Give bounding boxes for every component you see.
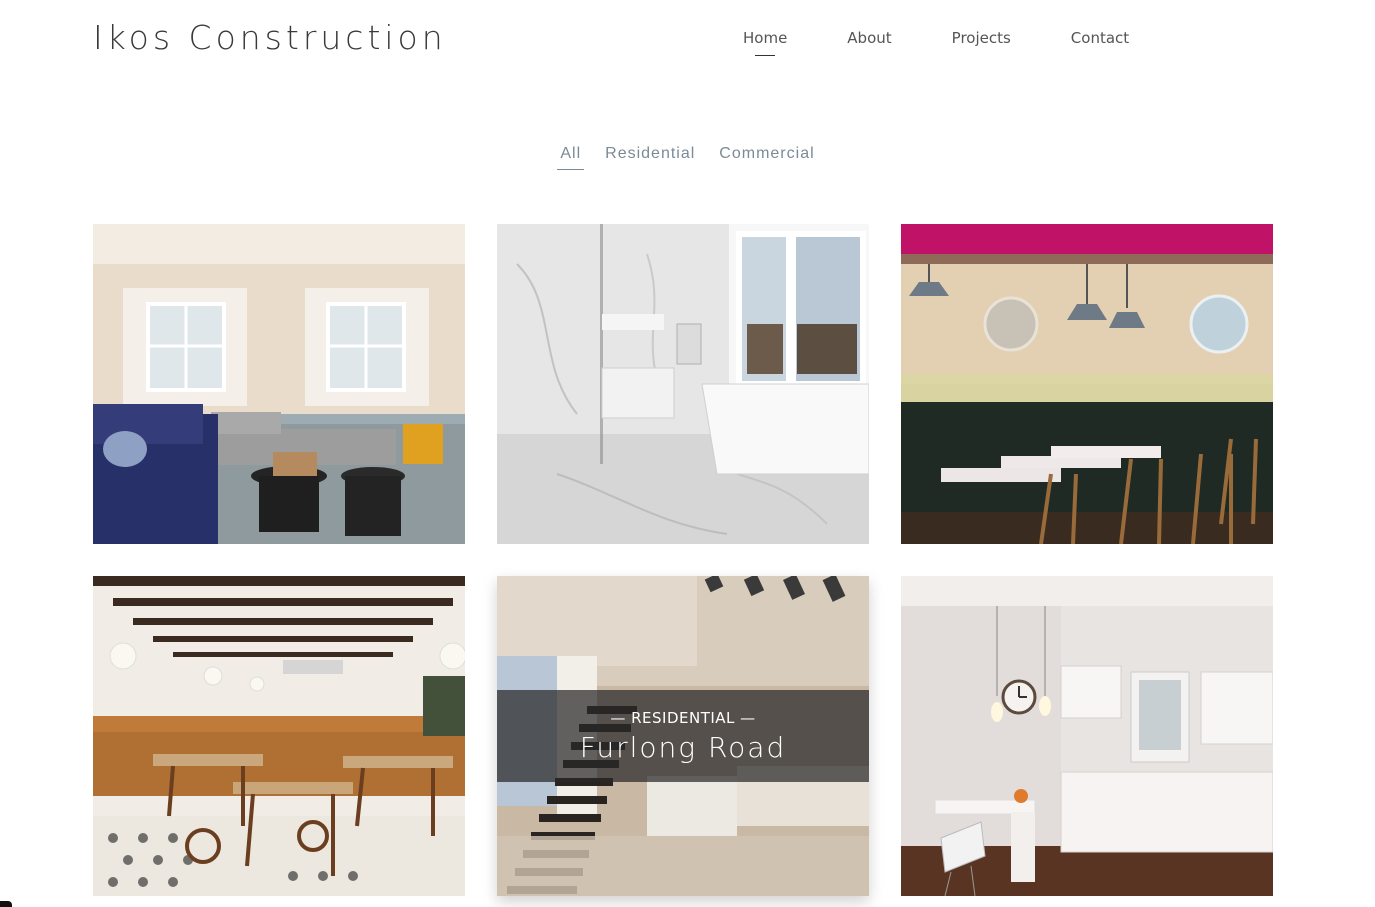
- project-tile[interactable]: [93, 576, 465, 896]
- project-title: Furlong Road: [579, 730, 787, 764]
- main-nav: Home About Projects Contact: [743, 29, 1189, 47]
- white-kitchen-photo: [901, 576, 1273, 896]
- living-room-photo: [93, 224, 465, 544]
- project-tile[interactable]: [497, 224, 869, 544]
- filter-all[interactable]: All: [557, 145, 584, 170]
- filter-residential[interactable]: Residential: [605, 145, 695, 169]
- project-tile-hovered[interactable]: — RESIDENTIAL — Furlong Road: [497, 576, 869, 896]
- project-tile[interactable]: [901, 576, 1273, 896]
- project-tile[interactable]: [901, 224, 1273, 544]
- marble-bathroom-photo: [497, 224, 869, 544]
- project-filters: All Residential Commercial: [0, 145, 1375, 170]
- corner-widget-tab[interactable]: [0, 901, 12, 907]
- project-caption-overlay: — RESIDENTIAL — Furlong Road: [497, 690, 869, 782]
- project-tile[interactable]: [93, 224, 465, 544]
- restaurant-beams-photo: [93, 576, 465, 896]
- nav-home[interactable]: Home: [743, 29, 787, 47]
- project-category: — RESIDENTIAL —: [610, 708, 756, 727]
- nav-contact[interactable]: Contact: [1071, 29, 1129, 47]
- nav-about[interactable]: About: [847, 29, 891, 47]
- site-logo[interactable]: Ikos Construction: [93, 18, 447, 57]
- filter-commercial[interactable]: Commercial: [719, 145, 814, 169]
- nav-projects[interactable]: Projects: [952, 29, 1011, 47]
- restaurant-pink-ceiling-photo: [901, 224, 1273, 544]
